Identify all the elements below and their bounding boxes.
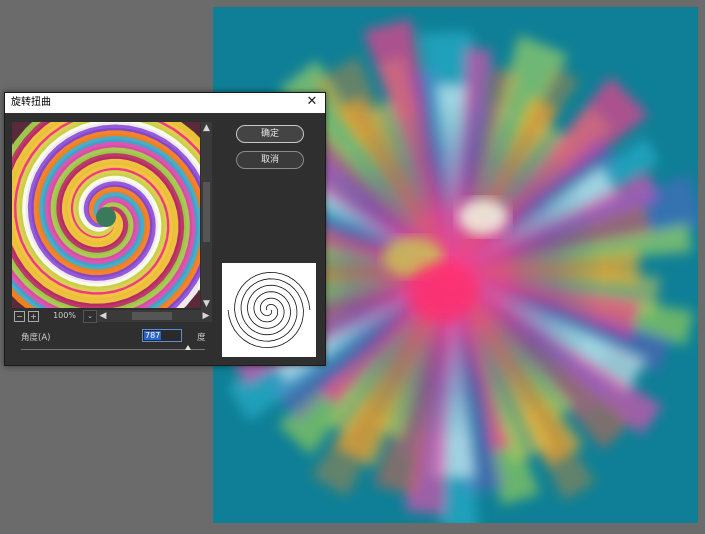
scroll-down-icon[interactable]: ▼	[201, 298, 212, 310]
scroll-up-icon[interactable]: ▲	[201, 122, 212, 134]
dialog-titlebar[interactable]: 旋转扭曲 ✕	[5, 93, 325, 113]
angle-slider[interactable]	[21, 345, 205, 350]
angle-unit-label: 度	[197, 333, 206, 343]
close-icon[interactable]: ✕	[305, 95, 319, 109]
preview-zoom-bar: − + 100% ⌄ ◀ ▶	[12, 310, 212, 323]
zoom-value: 100%	[53, 311, 76, 320]
twirl-dialog: 旋转扭曲 ✕ ▲ ▼ − + 100% ⌄ ◀ ▶ 确定 取消 角度(A) 78…	[4, 92, 326, 366]
angle-input[interactable]: 787	[142, 329, 182, 342]
preview-horizontal-scrollbar[interactable]: ◀ ▶	[97, 310, 212, 322]
swirl-thumbnail-icon	[222, 263, 316, 357]
angle-slider-handle[interactable]	[184, 345, 191, 350]
scroll-left-icon[interactable]: ◀	[97, 310, 109, 322]
preview-vertical-scrollbar[interactable]: ▲ ▼	[201, 122, 212, 310]
ok-button[interactable]: 确定	[236, 125, 304, 143]
dialog-title: 旋转扭曲	[11, 97, 51, 108]
zoom-in-button[interactable]: +	[28, 311, 39, 322]
angle-value: 787	[144, 331, 162, 340]
zoom-dropdown-icon[interactable]: ⌄	[83, 310, 97, 323]
vertical-scroll-thumb[interactable]	[203, 182, 210, 242]
angle-label: 角度(A)	[21, 333, 51, 343]
horizontal-scroll-thumb[interactable]	[132, 312, 172, 320]
zoom-out-button[interactable]: −	[14, 311, 25, 322]
swirl-preview-image[interactable]	[12, 122, 200, 308]
scroll-right-icon[interactable]: ▶	[200, 310, 212, 322]
cancel-button[interactable]: 取消	[236, 151, 304, 169]
